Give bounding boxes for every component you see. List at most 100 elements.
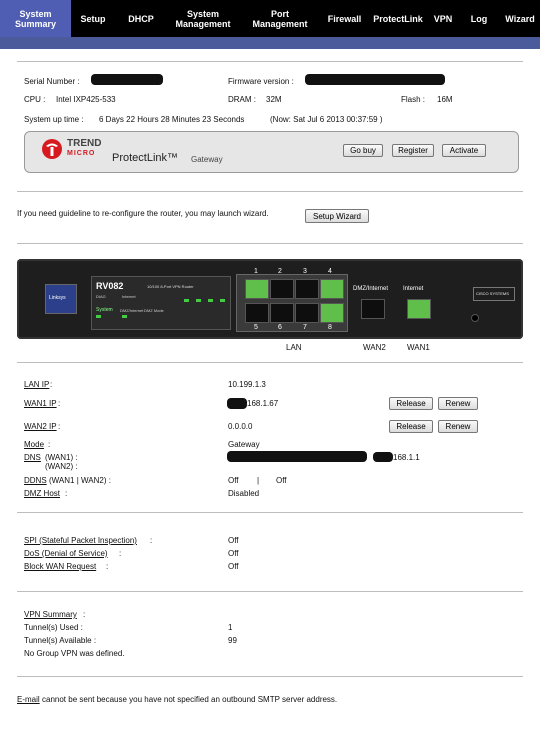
mode-label[interactable]: Mode: [24, 440, 44, 449]
dos-label[interactable]: DoS (Denial of Service): [24, 549, 108, 558]
wan1-label: WAN1: [407, 343, 430, 352]
lan-ip-label[interactable]: LAN IP: [24, 380, 49, 389]
lan-port-1: [245, 279, 269, 299]
divider: [17, 191, 523, 192]
wan1-renew-button[interactable]: Renew: [438, 397, 478, 410]
dmz-internet-label: DMZ/Internet: [353, 286, 389, 292]
top-nav: System Summary Setup DHCP System Managemen…: [0, 0, 540, 49]
trend-micro-logo-icon: [42, 139, 62, 159]
group-vpn-text: No Group VPN was defined.: [24, 649, 125, 658]
brand-micro: MICRO: [67, 150, 96, 157]
tunnels-available-value: 99: [228, 636, 237, 645]
wan1-port: [407, 299, 431, 319]
serial-redacted: [91, 74, 163, 85]
flash-label: Flash :: [401, 95, 426, 104]
lan-port-5: [245, 303, 269, 323]
cpu-value: Intel IXP425-533: [56, 95, 116, 104]
flash-value: 16M: [437, 95, 453, 104]
reset-icon: [471, 314, 479, 322]
tab-wizard[interactable]: Wizard: [500, 0, 540, 37]
tab-firewall[interactable]: Firewall: [321, 0, 368, 37]
wan2-ip-value: 0.0.0.0: [228, 422, 253, 431]
wizard-text: If you need guideline to re-configure th…: [17, 209, 269, 218]
led: [184, 299, 189, 302]
cisco-logo-icon: CISCO SYSTEMS: [473, 287, 515, 301]
led: [96, 315, 101, 318]
wan1-ip-redacted: [227, 398, 247, 409]
email-warning-text: cannot be sent because you have not spec…: [42, 695, 338, 704]
block-wan-label[interactable]: Block WAN Request: [24, 562, 96, 571]
router-model: RV082: [96, 281, 124, 291]
lan-ip-value: 10.199.1.3: [228, 380, 266, 389]
lan-port-2: [270, 279, 294, 299]
wan1-release-button[interactable]: Release: [389, 397, 433, 410]
led: [208, 299, 213, 302]
internet-label: Internet: [403, 286, 424, 292]
dmz-host-label[interactable]: DMZ Host: [24, 489, 60, 498]
dns-value: 168.1.1: [393, 453, 420, 462]
dos-value: Off: [228, 549, 239, 558]
wan2-port: [361, 299, 385, 319]
tab-system-management[interactable]: System Management: [167, 0, 239, 37]
go-buy-button[interactable]: Go buy: [343, 144, 383, 157]
firmware-redacted: [305, 74, 445, 85]
firmware-label: Firmware version :: [228, 77, 294, 86]
ddns-sub-label: (WAN1 | WAN2) :: [49, 476, 111, 485]
lan-port-7: [295, 303, 319, 323]
divider: [17, 362, 523, 363]
activate-button[interactable]: Activate: [442, 144, 486, 157]
spi-label[interactable]: SPI (Stateful Packet Inspection): [24, 536, 137, 545]
dmz-host-value: Disabled: [228, 489, 260, 498]
divider: [17, 676, 523, 677]
wan2-release-button[interactable]: Release: [389, 420, 433, 433]
serial-label: Serial Number :: [24, 77, 80, 86]
tab-protectlink[interactable]: ProtectLink: [368, 0, 428, 37]
wan1-ip-value: 168.1.67: [247, 399, 279, 408]
lan-port-8: [320, 303, 344, 323]
led: [196, 299, 201, 302]
router-desc: 10/100 8-Port VPN Router: [147, 284, 194, 289]
dram-value: 32M: [266, 95, 282, 104]
led-panel: RV082 10/100 8-Port VPN Router DIAG Inte…: [91, 276, 231, 330]
wan2-renew-button[interactable]: Renew: [438, 420, 478, 433]
tunnels-used-value: 1: [228, 623, 233, 632]
wan2-label: WAN2: [363, 343, 386, 352]
dns-label[interactable]: DNS: [24, 453, 41, 462]
email-link[interactable]: E-mail: [17, 695, 40, 704]
tab-vpn[interactable]: VPN: [428, 0, 458, 37]
tunnels-used-label: Tunnel(s) Used :: [24, 623, 83, 632]
wan2-ip-label[interactable]: WAN2 IP: [24, 422, 57, 431]
divider: [17, 243, 523, 244]
vpn-summary-label[interactable]: VPN Summary: [24, 610, 77, 619]
dns-wan2-label: (WAN2) :: [45, 462, 78, 471]
block-wan-value: Off: [228, 562, 239, 571]
linksys-logo-icon: Linksys: [45, 284, 77, 314]
dram-label: DRAM :: [228, 95, 256, 104]
dns-redacted: [373, 452, 393, 462]
tab-system-summary[interactable]: System Summary: [0, 0, 71, 37]
protectlink-panel: TREND MICRO ProtectLink™ Gateway Go buy …: [24, 131, 519, 173]
setup-wizard-button[interactable]: Setup Wizard: [305, 209, 369, 223]
divider: [17, 591, 523, 592]
wan1-ip-label[interactable]: WAN1 IP: [24, 399, 57, 408]
lan-port-3: [295, 279, 319, 299]
nav-accent-bar: [0, 37, 540, 49]
ddns-label[interactable]: DDNS: [24, 476, 47, 485]
router-front-panel: Linksys RV082 10/100 8-Port VPN Router D…: [17, 259, 523, 339]
divider: [17, 61, 523, 62]
lan-port-4: [320, 279, 344, 299]
register-button[interactable]: Register: [392, 144, 434, 157]
led: [220, 299, 225, 302]
uptime-value: 6 Days 22 Hours 28 Minutes 23 Seconds: [99, 115, 245, 124]
spi-value: Off: [228, 536, 239, 545]
tab-dhcp[interactable]: DHCP: [115, 0, 167, 37]
tab-log[interactable]: Log: [458, 0, 500, 37]
tab-port-management[interactable]: Port Management: [239, 0, 321, 37]
tab-setup[interactable]: Setup: [71, 0, 115, 37]
lan-port-6: [270, 303, 294, 323]
led: [122, 315, 127, 318]
divider: [17, 512, 523, 513]
uptime-label: System up time :: [24, 115, 84, 124]
tunnels-available-label: Tunnel(s) Available :: [24, 636, 97, 645]
protectlink-title: ProtectLink™: [112, 152, 179, 164]
